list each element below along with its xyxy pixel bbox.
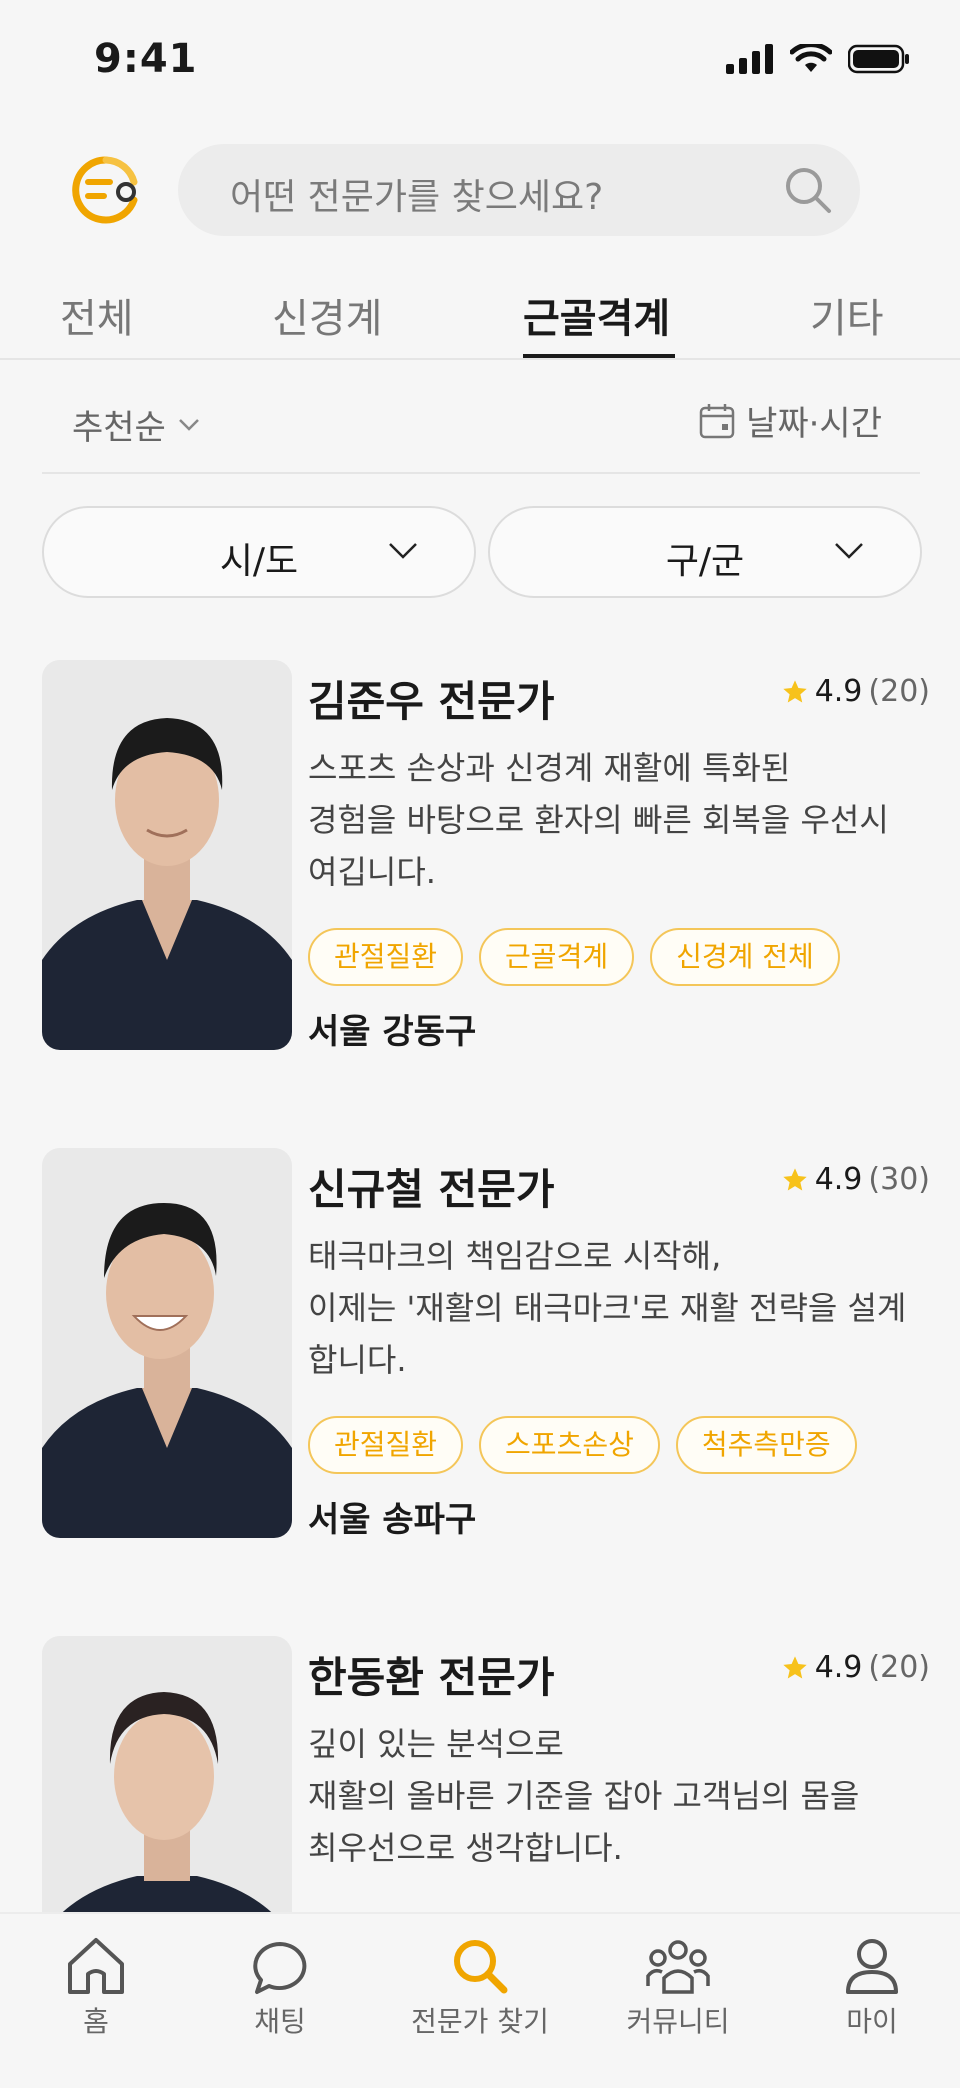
date-time-filter[interactable]: 날짜·시간 (698, 396, 882, 445)
search-placeholder: 어떤 전문가를 찾으세요? (230, 177, 604, 218)
community-icon (646, 1940, 710, 1994)
nav-find-expert-label: 전문가 찾기 (411, 2005, 549, 2038)
home-icon (68, 1938, 124, 1994)
expert-tags: 관절질환 근골격계 신경계 전체 (308, 928, 840, 986)
review-count: (20) (868, 1650, 930, 1685)
expert-rating: 4.9 (20) (781, 1650, 930, 1685)
category-tabs: 전체 신경계 근골격계 기타 (0, 280, 960, 360)
nav-home[interactable]: 홈 (16, 1928, 176, 2040)
expert-name: 신규철 전문가 (308, 1165, 555, 1214)
specialty-tag[interactable]: 척추측만증 (675, 1416, 857, 1474)
tab-all[interactable]: 전체 (60, 286, 134, 344)
description-line: 최우선으로 생각합니다. (308, 1829, 623, 1867)
specialty-tag[interactable]: 근골격계 (479, 928, 635, 986)
date-time-label: 날짜·시간 (746, 404, 882, 444)
expert-name: 한동환 전문가 (308, 1653, 555, 1702)
description-line: 이제는 '재활의 태극마크'로 재활 전략을 설계 (308, 1289, 907, 1327)
expert-tags: 관절질환 스포츠손상 척추측만증 (308, 1416, 857, 1474)
expert-description: 깊이 있는 분석으로 재활의 올바른 기준을 잡아 고객님의 몸을 최우선으로 … (308, 1718, 928, 1874)
nav-my-label: 마이 (846, 2005, 898, 2038)
expert-photo (42, 1148, 292, 1538)
bottom-nav: 홈 채팅 전문가 찾기 커뮤니티 마이 (0, 1912, 960, 2088)
star-icon (783, 1167, 807, 1190)
nav-chat[interactable]: 채팅 (200, 1928, 360, 2040)
description-line: 여깁니다. (308, 853, 436, 891)
description-line: 합니다. (308, 1341, 407, 1379)
tab-musculoskeletal[interactable]: 근골격계 (523, 286, 670, 344)
expert-name: 김준우 전문가 (308, 677, 555, 726)
nav-my[interactable]: 마이 (792, 1928, 952, 2040)
nav-find-expert[interactable]: 전문가 찾기 (400, 1928, 560, 2040)
signal-icon (726, 44, 773, 74)
rating-value: 4.9 (814, 1162, 863, 1197)
district-select[interactable]: 구/군 (488, 506, 922, 598)
sort-label: 추천순 (72, 408, 166, 448)
status-icons (726, 44, 910, 74)
expert-description: 태극마크의 책임감으로 시작해, 이제는 '재활의 태극마크'로 재활 전략을 … (308, 1230, 928, 1386)
user-icon (846, 1939, 898, 1994)
description-line: 깊이 있는 분석으로 (308, 1725, 564, 1763)
specialty-tag[interactable]: 스포츠손상 (479, 1416, 660, 1474)
star-icon (783, 679, 807, 702)
expert-card[interactable]: 김준우 전문가 4.9 (20) 스포츠 손상과 신경계 재활에 특화된 경험을… (42, 660, 930, 1052)
active-tab-indicator (523, 354, 675, 358)
review-count: (20) (868, 674, 930, 709)
region-select[interactable]: 시/도 (42, 506, 476, 598)
chevron-down-icon (389, 543, 417, 559)
battery-icon (848, 44, 909, 74)
expert-location: 서울 송파구 (308, 1500, 477, 1540)
nav-home-label: 홈 (83, 2005, 109, 2038)
chevron-down-icon (178, 418, 199, 431)
expert-location: 서울 강동구 (308, 1012, 477, 1052)
review-count: (30) (868, 1162, 930, 1197)
star-icon (783, 1655, 807, 1678)
rating-value: 4.9 (814, 1650, 863, 1685)
nav-community-label: 커뮤니티 (626, 2005, 730, 2038)
description-line: 스포츠 손상과 신경계 재활에 특화된 (308, 749, 791, 787)
search-icon (454, 1940, 508, 1994)
specialty-tag[interactable]: 신경계 전체 (650, 928, 840, 986)
description-line: 경험을 바탕으로 환자의 빠른 회복을 우선시 (308, 801, 889, 839)
sort-dropdown[interactable]: 추천순 (72, 400, 200, 449)
tab-other[interactable]: 기타 (810, 286, 884, 344)
calendar-icon (699, 403, 735, 438)
nav-community[interactable]: 커뮤니티 (598, 1928, 758, 2040)
search-icon[interactable] (782, 164, 834, 216)
search-bar[interactable]: 어떤 전문가를 찾으세요? (178, 144, 860, 236)
nav-chat-label: 채팅 (254, 2005, 306, 2038)
status-time: 9:41 (94, 36, 198, 82)
rating-value: 4.9 (814, 674, 863, 709)
expert-rating: 4.9 (30) (781, 1162, 930, 1197)
specialty-tag[interactable]: 관절질환 (308, 928, 464, 986)
sort-bar: 추천순 날짜·시간 (42, 390, 920, 474)
wifi-icon (790, 44, 832, 72)
tab-neuro[interactable]: 신경계 (272, 286, 382, 344)
status-bar: 9:41 (0, 0, 960, 120)
expert-card[interactable]: 신규철 전문가 4.9 (30) 태극마크의 책임감으로 시작해, 이제는 '재… (42, 1148, 930, 1540)
expert-rating: 4.9 (20) (781, 674, 930, 709)
app-logo-icon[interactable] (68, 152, 144, 228)
expert-description: 스포츠 손상과 신경계 재활에 특화된 경험을 바탕으로 환자의 빠른 회복을 … (308, 742, 928, 898)
description-line: 재활의 올바른 기준을 잡아 고객님의 몸을 (308, 1777, 860, 1815)
expert-photo (42, 660, 292, 1050)
chat-icon (253, 1942, 307, 1994)
chevron-down-icon (835, 543, 863, 559)
specialty-tag[interactable]: 관절질환 (308, 1416, 464, 1474)
description-line: 태극마크의 책임감으로 시작해, (308, 1237, 722, 1275)
